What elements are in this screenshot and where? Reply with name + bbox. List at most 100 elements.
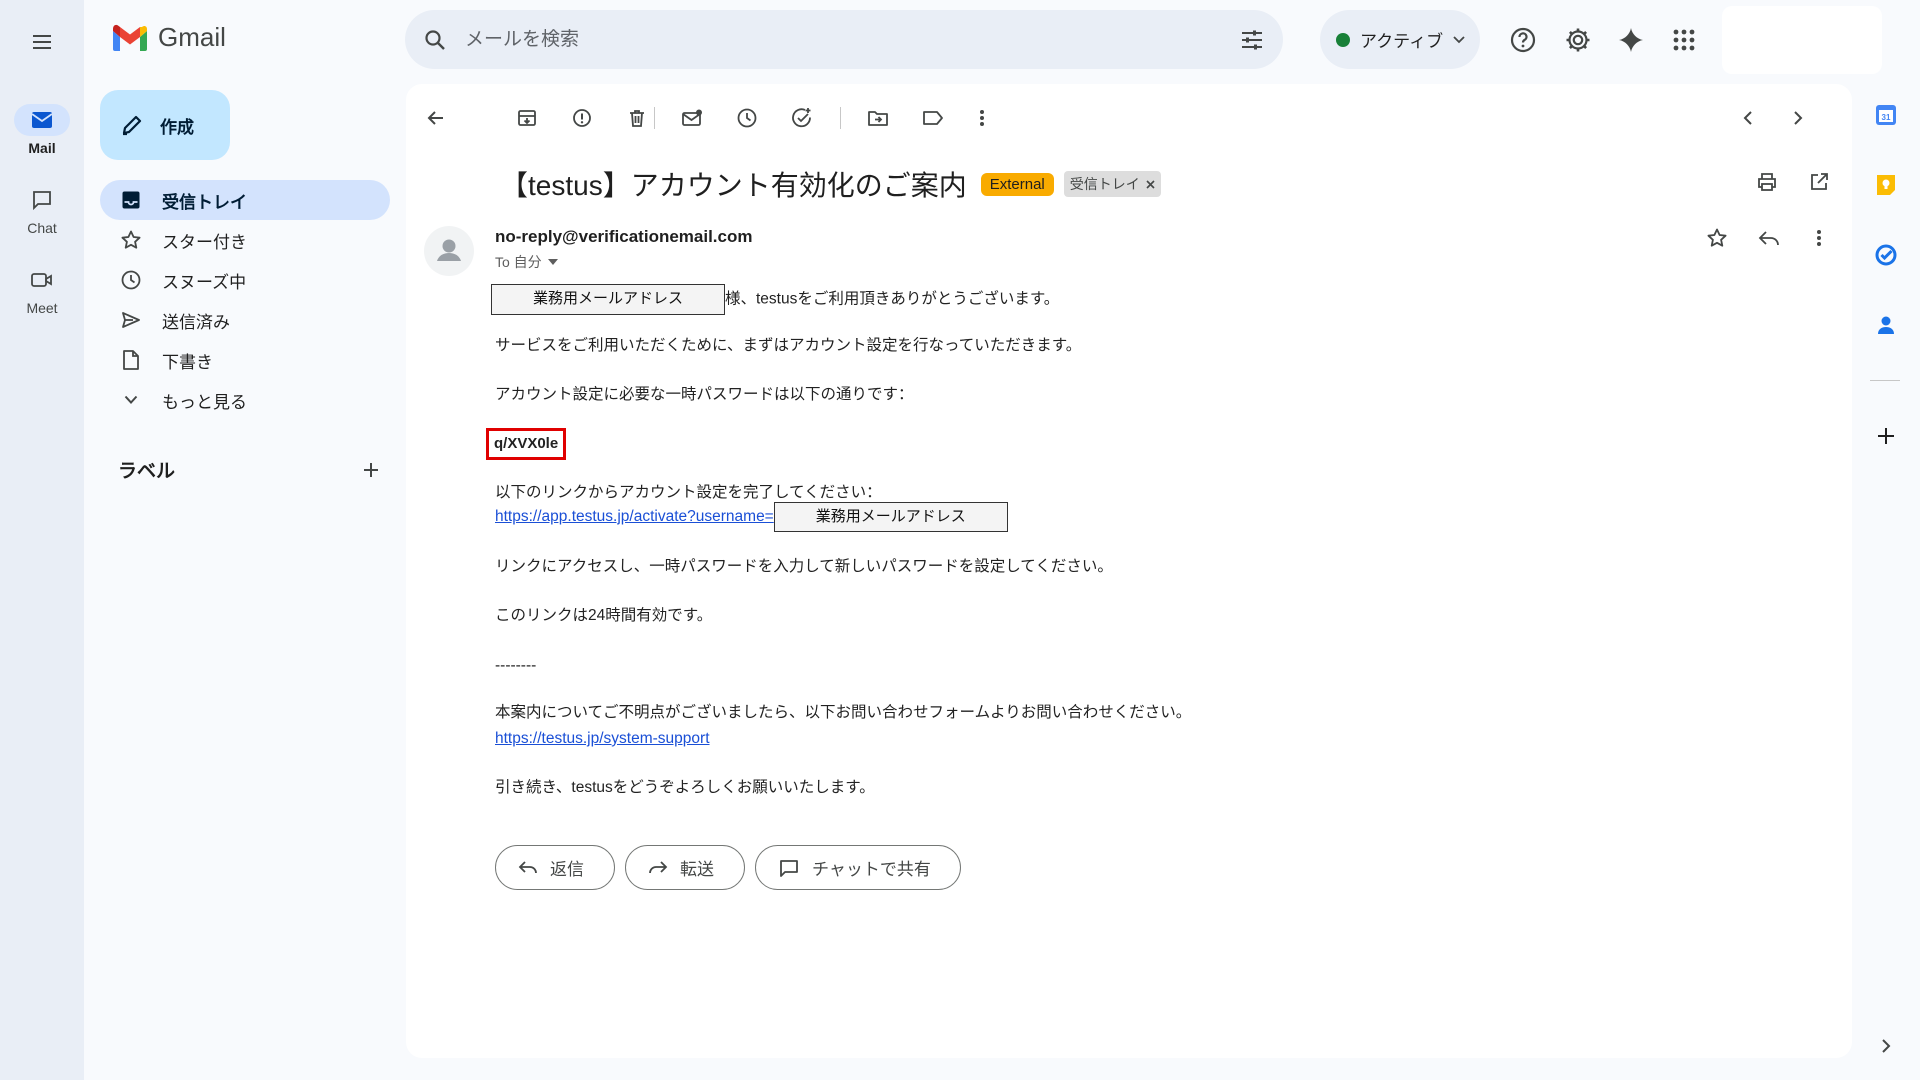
remove-label-close-icon[interactable] [1146, 179, 1155, 189]
logo-text: Gmail [158, 22, 226, 52]
rail-item-mail[interactable]: Mail [0, 104, 84, 156]
sidebar-item-sent[interactable]: 送信済み [100, 300, 390, 340]
body-greeting: 業務用メールアドレス 様、testusをご利用頂きありがとうございます。 [491, 284, 1059, 315]
draft-icon [120, 349, 142, 371]
add-label-icon[interactable] [362, 461, 380, 479]
inbox-icon [120, 190, 142, 210]
rail-item-meet[interactable]: Meet [0, 264, 84, 316]
redacted-email-box: 業務用メールアドレス [491, 284, 725, 315]
star-icon [120, 229, 142, 251]
email-subject: 【testus】アカウント有効化のご案内 [500, 170, 967, 201]
apps-grid-icon[interactable] [1664, 20, 1704, 60]
more-vert-icon[interactable] [962, 98, 1002, 138]
status-selector[interactable]: アクティブ [1320, 10, 1480, 69]
settings-gear-icon[interactable] [1558, 20, 1598, 60]
back-arrow-icon[interactable] [416, 98, 456, 138]
delete-trash-icon[interactable] [617, 98, 657, 138]
gmail-logo[interactable]: Gmail [110, 22, 226, 53]
gemini-sparkle-icon[interactable] [1611, 20, 1651, 60]
sidebar-item-drafts[interactable]: 下書き [100, 340, 390, 380]
body-line-7: 本案内についてご不明点がございましたら、以下お問い合わせフォームよりお問い合わせ… [495, 704, 1192, 721]
sidebar-nav: 受信トレイ スター付き スヌーズ中 送信済み 下書き もっと見る [100, 180, 390, 420]
sidebar-item-label: スター付き [162, 232, 247, 252]
search-bar[interactable] [405, 10, 1283, 69]
sidebar-item-starred[interactable]: スター付き [100, 220, 390, 260]
activation-link[interactable]: https://app.testus.jp/activate?username= [495, 508, 774, 525]
reply-arrow-icon[interactable] [1749, 218, 1789, 258]
sidebar-item-inbox[interactable]: 受信トレイ [100, 180, 390, 220]
pencil-icon [120, 113, 144, 137]
label-tag-icon[interactable] [913, 98, 953, 138]
sidebar-item-snoozed[interactable]: スヌーズ中 [100, 260, 390, 300]
body-line-6: このリンクは24時間有効です。 [495, 607, 713, 624]
temporary-password: q/XVX0le [486, 428, 567, 461]
rail-label-meet: Meet [26, 300, 58, 316]
chevron-down-icon [120, 395, 142, 405]
inbox-chip-label: 受信トレイ [1069, 176, 1140, 192]
sidebar-item-label: 下書き [162, 352, 213, 372]
keep-notes-icon[interactable] [1868, 167, 1904, 203]
search-options-icon[interactable] [1239, 28, 1265, 52]
forward-label: 転送 [680, 860, 714, 879]
tasks-icon[interactable] [1868, 237, 1904, 273]
labels-section-header: ラベル [118, 456, 380, 483]
compose-button[interactable]: 作成 [100, 90, 230, 160]
report-spam-icon[interactable] [562, 98, 602, 138]
video-camera-icon [14, 264, 70, 296]
chevron-down-icon [1453, 35, 1465, 44]
message-more-vert-icon[interactable] [1799, 218, 1839, 258]
open-in-new-window-icon[interactable] [1799, 162, 1839, 202]
sidebar-item-label: スヌーズ中 [162, 272, 247, 292]
side-panel-divider [1870, 380, 1900, 381]
body-line-4: 以下のリンクからアカウント設定を完了してください： [495, 484, 882, 501]
chat-icon [14, 184, 70, 216]
help-icon[interactable] [1503, 20, 1543, 60]
print-icon[interactable] [1747, 162, 1787, 202]
next-chevron-icon[interactable] [1778, 98, 1818, 138]
star-message-icon[interactable] [1697, 218, 1737, 258]
snooze-clock-icon[interactable] [727, 98, 767, 138]
body-line-5: リンクにアクセスし、一時パスワードを入力して新しいパスワードを設定してください。 [495, 558, 1113, 575]
previous-chevron-icon[interactable] [1728, 98, 1768, 138]
search-input[interactable] [465, 28, 1239, 51]
rail-item-chat[interactable]: Chat [0, 184, 84, 236]
sender-avatar[interactable] [424, 226, 474, 276]
toolbar-divider [654, 107, 655, 129]
main-menu-icon[interactable] [22, 22, 62, 62]
share-in-chat-label: チャットで共有 [812, 860, 931, 879]
send-icon [120, 309, 142, 331]
body-separator: -------- [495, 657, 537, 674]
forward-button[interactable]: 転送 [625, 845, 745, 890]
password-row: q/XVX0le [486, 428, 567, 461]
toolbar-divider [840, 107, 841, 129]
support-link[interactable]: https://testus.jp/system-support [495, 729, 710, 750]
sidebar-item-more[interactable]: もっと見る [100, 380, 390, 420]
expand-side-panel-chevron-icon[interactable] [1868, 1028, 1904, 1064]
message-panel: 【testus】アカウント有効化のご案内 External 受信トレイ no-r… [406, 84, 1852, 1058]
move-to-folder-icon[interactable] [858, 98, 898, 138]
chat-bubble-icon [780, 859, 798, 877]
account-area[interactable] [1722, 6, 1882, 74]
gmail-m-icon [113, 24, 147, 51]
reply-button[interactable]: 返信 [495, 845, 615, 890]
sender-address[interactable]: no-reply@verificationemail.com [495, 227, 752, 247]
person-icon [437, 239, 461, 261]
add-task-icon[interactable] [782, 98, 822, 138]
add-addon-plus-icon[interactable] [1868, 418, 1904, 454]
body-line-2: サービスをご利用いただくために、まずはアカウント設定を行なっていただきます。 [495, 337, 1082, 354]
share-in-chat-button[interactable]: チャットで共有 [755, 845, 961, 890]
labels-title: ラベル [118, 461, 176, 482]
archive-icon[interactable] [507, 98, 547, 138]
search-icon[interactable] [423, 28, 447, 52]
body-line-8: 引き続き、testusをどうぞよろしくお願いいたします。 [495, 779, 875, 796]
support-link-text[interactable]: https://testus.jp/system-support [495, 730, 710, 747]
calendar-icon[interactable]: 31 [1868, 97, 1904, 133]
reply-icon [518, 860, 537, 873]
recipient-details[interactable]: To 自分 [495, 252, 558, 272]
contacts-icon[interactable] [1868, 307, 1904, 343]
forward-icon [649, 860, 668, 873]
email-subject-row: 【testus】アカウント有効化のご案内 External 受信トレイ [500, 164, 1161, 204]
sidebar-item-label: 送信済み [162, 312, 230, 332]
mark-unread-icon[interactable] [672, 98, 712, 138]
rail-label-chat: Chat [27, 220, 57, 236]
